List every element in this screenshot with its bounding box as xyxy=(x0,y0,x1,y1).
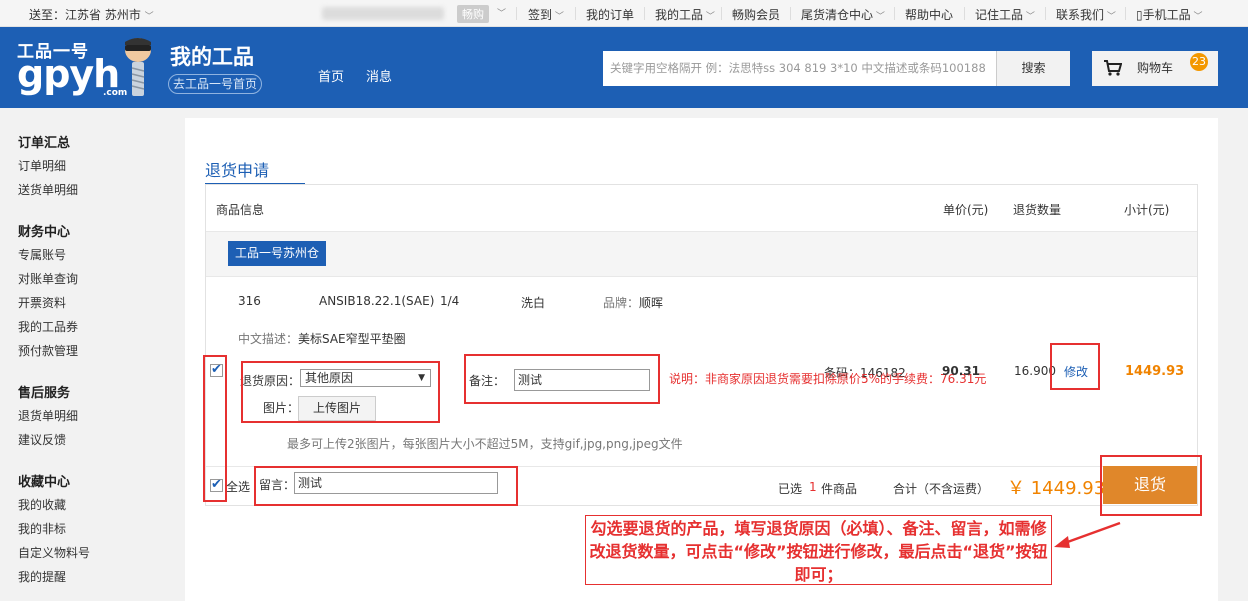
highlight-message-box xyxy=(254,466,518,506)
user-name[interactable]: 畅购 xyxy=(457,5,489,23)
sidebar-item-delivery-detail[interactable]: 送货单明细 xyxy=(18,181,78,198)
col-price: 单价(元) xyxy=(943,203,989,217)
home-link[interactable]: 去工品一号首页 xyxy=(168,74,262,94)
item-subtotal: 1449.93 xyxy=(1125,364,1185,379)
highlight-submit-box xyxy=(1100,455,1202,516)
item-price: 90.31 xyxy=(942,364,980,378)
item-brand-label: 品牌： xyxy=(603,296,640,310)
warehouse-badge: 工品一号苏州仓 xyxy=(228,241,326,266)
sidebar-item-favorites[interactable]: 我的收藏 xyxy=(18,496,66,513)
total-label: 合计（不含运费） xyxy=(893,482,990,496)
item-brand: 顺晖 xyxy=(639,296,664,310)
item-size: 1/4 xyxy=(440,294,460,308)
highlight-reason-box xyxy=(241,361,440,423)
sidebar-group-aftersales: 售后服务 xyxy=(18,386,71,401)
blurred-user-info xyxy=(322,7,444,20)
menu-member[interactable]: 畅购会员 xyxy=(732,6,780,23)
nav-messages[interactable]: 消息 xyxy=(366,66,392,85)
chevron-down-icon: ﹀ xyxy=(497,9,507,19)
highlight-checkbox-column xyxy=(203,355,227,502)
menu-clearance[interactable]: 尾货清仓中心 ﹀ xyxy=(801,6,885,23)
menu-my-gpyh[interactable]: 我的工品 ﹀ xyxy=(655,6,715,23)
arrow-icon xyxy=(1054,521,1121,548)
select-all-label[interactable]: 全选 xyxy=(226,478,250,495)
item-desc-label: 中文描述： xyxy=(238,332,299,346)
sidebar-item-reminders[interactable]: 我的提醒 xyxy=(18,568,66,585)
warehouse-row xyxy=(206,231,1197,277)
sidebar-item-coupon[interactable]: 我的工品券 xyxy=(18,318,78,335)
cart-icon xyxy=(1104,60,1122,76)
item-standard: ANSIB18.22.1(SAE) xyxy=(319,294,435,308)
menu-signin[interactable]: 签到 ﹀ xyxy=(528,6,564,23)
location-select[interactable]: 江苏省 苏州市 ﹀ xyxy=(65,6,154,23)
chevron-down-icon: ﹀ xyxy=(144,12,154,22)
instruction-callout: 勾选要退货的产品，填写退货原因（必填）、备注、留言，如需修改退货数量，可点击“修… xyxy=(585,515,1052,585)
menu-my-orders[interactable]: 我的订单 xyxy=(586,6,634,23)
sidebar-group-orders: 订单汇总 xyxy=(18,136,71,151)
search-input[interactable]: 关键字用空格隔开 例：法思特ss 304 819 3*10 中文描述或条码100… xyxy=(603,51,996,86)
sidebar-item-return-detail[interactable]: 退货单明细 xyxy=(18,407,78,424)
menu-contact[interactable]: 联系我们 ﹀ xyxy=(1056,6,1116,23)
fee-notice: 说明：非商家原因退货需要扣除原价5%的手续费：76.31元 xyxy=(669,372,987,386)
sidebar-item-account[interactable]: 专属账号 xyxy=(18,246,66,263)
highlight-modify-box xyxy=(1050,343,1100,390)
search-button[interactable]: 搜索 xyxy=(996,51,1070,86)
item-material: 316 xyxy=(238,294,261,308)
menu-bookmark[interactable]: 记住工品 ﹀ xyxy=(975,6,1035,23)
selected-prefix: 已选 xyxy=(778,482,803,496)
sidebar-item-custom-material[interactable]: 自定义物料号 xyxy=(18,544,90,561)
menu-help[interactable]: 帮助中心 xyxy=(905,6,953,23)
upload-hint: 最多可上传2张图片，每张图片大小不超过5M，支持gif,jpg,png,jpeg… xyxy=(287,437,683,451)
page-brand-title: 我的工品 xyxy=(170,45,254,69)
sidebar-item-feedback[interactable]: 建议反馈 xyxy=(18,431,66,448)
cart-label: 购物车 xyxy=(1137,61,1174,75)
sidebar-group-favorites: 收藏中心 xyxy=(18,475,71,490)
top-bar: 送至： 江苏省 苏州市 ﹀ 畅购 ﹀ 签到 ﹀ 我的订单 我的工品 ﹀ 畅购会员… xyxy=(0,0,1248,27)
mascot-bolt-icon xyxy=(125,38,151,96)
nav-home[interactable]: 首页 xyxy=(318,66,344,85)
sidebar-item-invoice[interactable]: 开票资料 xyxy=(18,294,66,311)
phone-icon: ▯ xyxy=(1136,8,1143,22)
highlight-remark-box xyxy=(464,354,660,404)
item-finish: 洗白 xyxy=(521,296,546,310)
col-product: 商品信息 xyxy=(216,203,265,217)
menu-mobile[interactable]: ▯手机工品 ﹀ xyxy=(1136,6,1203,23)
cart-count-badge: 23 xyxy=(1190,53,1208,71)
tab-return-request[interactable]: 退货申请 xyxy=(205,157,269,181)
sidebar-item-nonstandard[interactable]: 我的非标 xyxy=(18,520,66,537)
sidebar-item-prepay[interactable]: 预付款管理 xyxy=(18,342,78,359)
sidebar-item-order-detail[interactable]: 订单明细 xyxy=(18,157,66,174)
item-desc: 美标SAE窄型平垫圈 xyxy=(298,332,406,346)
selected-count: 1 xyxy=(809,480,817,494)
sidebar-group-finance: 财务中心 xyxy=(18,225,71,240)
col-subtotal: 小计(元) xyxy=(1124,203,1170,217)
delivery-prefix: 送至： xyxy=(29,8,66,22)
cart-button[interactable]: 购物车 23 xyxy=(1092,51,1218,86)
col-qty: 退货数量 xyxy=(1013,203,1062,217)
total-amount: ￥ 1449.93 xyxy=(1007,478,1106,499)
sidebar-item-statement[interactable]: 对账单查询 xyxy=(18,270,78,287)
selected-suffix: 件商品 xyxy=(821,482,858,496)
